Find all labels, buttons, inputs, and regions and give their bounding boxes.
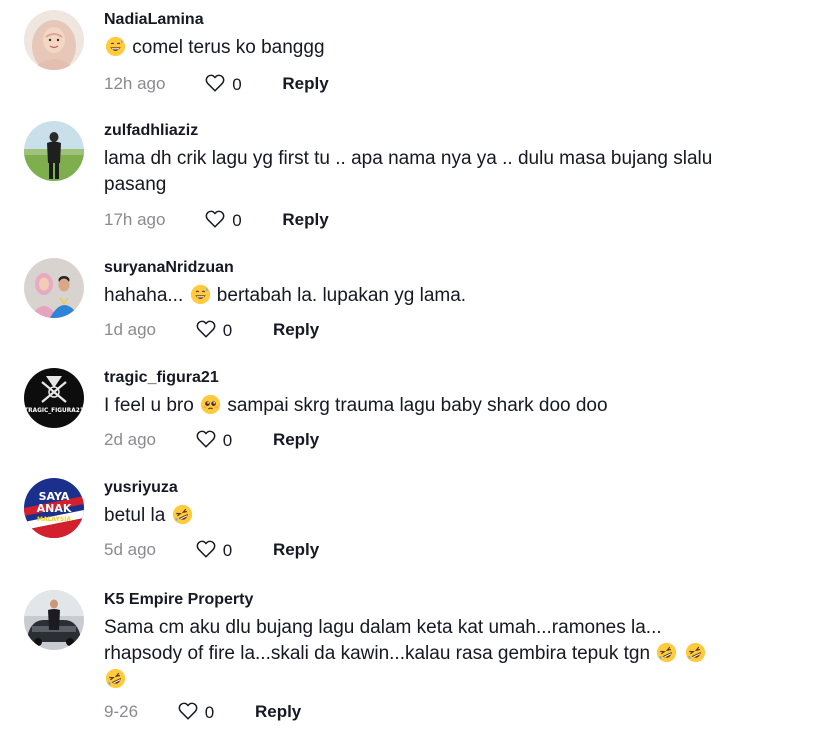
comment-text: Sama cm aku dlu bujang lagu dalam keta k…: [104, 615, 724, 693]
avatar-logo-text: MALAYSIA: [37, 516, 71, 523]
comment-meta: 1d ago 0 Reply: [104, 318, 319, 342]
avatar[interactable]: SAYA ANAK MALAYSIA: [24, 478, 84, 538]
reply-button[interactable]: Reply: [273, 318, 319, 342]
comment-text-segment: hahaha...: [104, 285, 189, 306]
timestamp: 12h ago: [104, 74, 166, 93]
rofl-emoji-icon: [105, 668, 126, 689]
comment-text-segment: bertabah la. lupakan yg lama.: [211, 285, 467, 306]
like-button[interactable]: 0: [195, 538, 232, 563]
username[interactable]: suryanaNridzuan: [104, 258, 234, 278]
comment-text-segment: Sama cm aku dlu bujang lagu dalam keta k…: [104, 617, 662, 664]
avatar[interactable]: [24, 590, 84, 650]
like-button[interactable]: 0: [177, 700, 214, 725]
comment-meta: 12h ago 0 Reply: [104, 72, 329, 96]
like-count: 0: [222, 431, 233, 450]
comment-meta: 9-26 0 Reply: [104, 700, 301, 724]
like-button[interactable]: 0: [195, 428, 232, 453]
username[interactable]: NadiaLamina: [104, 10, 204, 30]
timestamp: 17h ago: [104, 210, 166, 229]
hijab-woman-photo: [24, 10, 84, 70]
grinning-sweat-emoji-icon: [105, 36, 126, 57]
like-button[interactable]: 0: [204, 208, 242, 233]
timestamp: 9-26: [104, 702, 139, 721]
username[interactable]: zulfadhliaziz: [104, 121, 198, 141]
rofl-emoji-icon: [685, 642, 705, 663]
heart-icon: [196, 540, 216, 558]
avatar-logo-text: TRAGIC_FIGURA21: [24, 408, 84, 414]
reply-button[interactable]: Reply: [282, 72, 328, 96]
comment-text: comel terus ko banggg: [104, 35, 724, 61]
heart-icon: [196, 430, 216, 448]
rofl-emoji-icon: [172, 504, 192, 525]
pleading-face-emoji-icon: [200, 394, 221, 415]
comment-list: NadiaLamina comel terus ko banggg 12h ag…: [0, 0, 820, 741]
heart-icon: [178, 702, 198, 720]
like-count: 0: [232, 75, 242, 94]
like-count: 0: [222, 321, 233, 340]
comment-text-segment: [678, 643, 683, 664]
comment-meta: 17h ago 0 Reply: [104, 208, 329, 232]
like-button[interactable]: 0: [204, 72, 242, 97]
avatar[interactable]: [24, 121, 84, 181]
heart-icon: [205, 74, 225, 92]
reply-button[interactable]: Reply: [255, 700, 301, 724]
like-count: 0: [222, 541, 233, 560]
comment-text-segment: lama dh crik lagu yg first tu .. apa nam…: [104, 148, 713, 195]
heart-icon: [205, 210, 225, 228]
comment-text: betul la: [104, 503, 724, 529]
like-button[interactable]: 0: [195, 318, 232, 343]
username[interactable]: tragic_figura21: [104, 368, 219, 388]
like-count: 0: [232, 211, 242, 230]
tragic-figura-logo: TRAGIC_FIGURA21: [24, 368, 84, 428]
comment-text-segment: betul la: [104, 505, 171, 526]
timestamp: 2d ago: [104, 430, 156, 449]
timestamp: 5d ago: [104, 540, 156, 559]
reply-button[interactable]: Reply: [273, 538, 319, 562]
man-in-field-photo: [24, 121, 84, 181]
rofl-emoji-icon: [657, 642, 677, 663]
man-with-car-photo: [24, 590, 84, 650]
grinning-sweat-emoji-icon: [190, 284, 210, 305]
username[interactable]: yusriyuza: [104, 478, 178, 498]
couple-photo: [24, 258, 84, 318]
avatar[interactable]: TRAGIC_FIGURA21: [24, 368, 84, 428]
username[interactable]: K5 Empire Property: [104, 590, 253, 610]
avatar[interactable]: [24, 10, 84, 70]
avatar-logo-text: ANAK: [37, 502, 72, 515]
heart-icon: [196, 320, 216, 338]
comment-meta: 2d ago 0 Reply: [104, 428, 319, 452]
saya-anak-malaysia-logo: SAYA ANAK MALAYSIA: [24, 478, 84, 538]
comment-text: hahaha... bertabah la. lupakan yg lama.: [104, 283, 724, 309]
comment-text: I feel u bro sampai skrg trauma lagu bab…: [104, 393, 724, 419]
timestamp: 1d ago: [104, 320, 156, 339]
comment-meta: 5d ago 0 Reply: [104, 538, 319, 562]
reply-button[interactable]: Reply: [273, 428, 319, 452]
reply-button[interactable]: Reply: [282, 208, 328, 232]
avatar[interactable]: [24, 258, 84, 318]
comment-text-segment: I feel u bro: [104, 395, 200, 416]
comment-text-segment: comel terus ko banggg: [127, 37, 325, 58]
comment-text-segment: sampai skrg trauma lagu baby shark doo d…: [222, 395, 608, 416]
comment-text: lama dh crik lagu yg first tu .. apa nam…: [104, 146, 724, 198]
like-count: 0: [204, 703, 215, 722]
